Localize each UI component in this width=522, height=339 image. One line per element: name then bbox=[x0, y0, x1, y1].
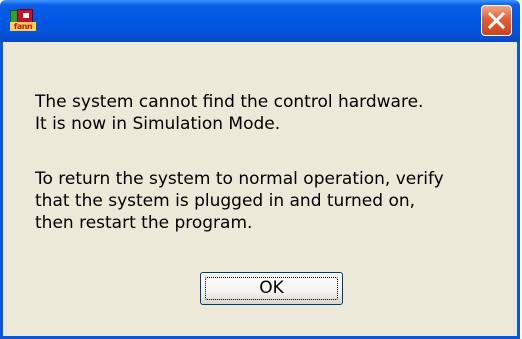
ok-button[interactable]: OK bbox=[200, 272, 343, 305]
title-bar[interactable]: fann bbox=[0, 0, 520, 42]
ok-button-label: OK bbox=[259, 278, 284, 298]
message-line: To return the system to normal operation… bbox=[35, 169, 444, 189]
close-button[interactable] bbox=[481, 5, 512, 36]
close-icon bbox=[488, 12, 505, 29]
message-paragraph-1: The system cannot find the control hardw… bbox=[35, 91, 495, 135]
message-line: that the system is plugged in and turned… bbox=[35, 191, 416, 211]
app-icon-label: fann bbox=[10, 22, 36, 31]
message-line: It is now in Simulation Mode. bbox=[35, 114, 281, 134]
message-line: The system cannot find the control hardw… bbox=[35, 92, 424, 112]
message-line: then restart the program. bbox=[35, 213, 253, 233]
app-icon: fann bbox=[10, 9, 36, 31]
app-icon-red-block bbox=[17, 9, 33, 23]
message-paragraph-2: To return the system to normal operation… bbox=[35, 168, 495, 234]
